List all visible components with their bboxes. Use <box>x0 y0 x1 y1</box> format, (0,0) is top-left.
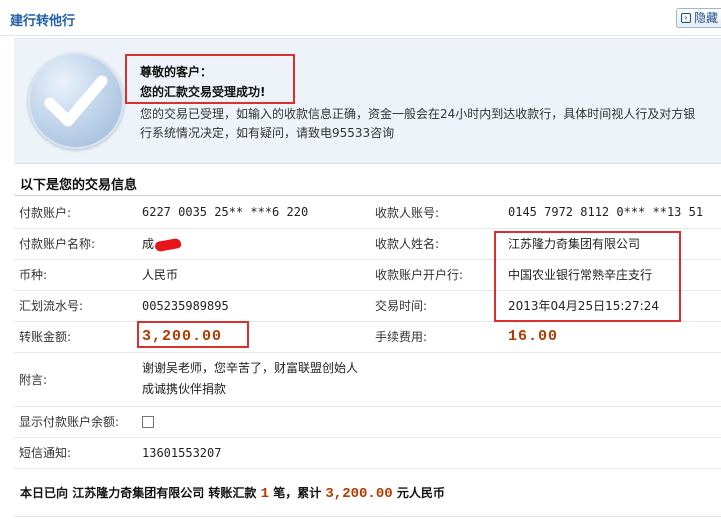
summary-payee: 江苏隆力奇集团有限公司 <box>72 486 205 500</box>
table-row: 转账金额: 3,200.00 手续费用: 16.00 <box>14 321 721 353</box>
greeting-text: 尊敬的客户： <box>140 65 213 79</box>
daily-summary: 本日已向 江苏隆力奇集团有限公司 转账汇款 1 笔，累计 3,200.00 元人… <box>20 484 445 502</box>
payee-account-label: 收款人账号: <box>370 197 508 229</box>
payer-name-value: 成 <box>142 237 155 251</box>
payer-account-label: 付款账户: <box>14 197 142 229</box>
transaction-time-label: 交易时间: <box>370 290 508 322</box>
hide-button[interactable]: › 隐藏 <box>675 8 721 28</box>
success-message: 您的汇款交易受理成功! <box>140 85 266 99</box>
success-check-icon <box>28 53 124 149</box>
fee-cell: 16.00 <box>508 321 721 353</box>
fee-value: 16.00 <box>508 328 559 345</box>
payee-account-value: 0145 7972 8112 0*** **13 51 <box>508 197 721 229</box>
table-row: 付款账户: 6227 0035 25** ***6 220 收款人账号: 014… <box>14 197 721 229</box>
hide-button-label: 隐藏 <box>693 11 718 25</box>
payer-account-value: 6227 0035 25** ***6 220 <box>142 197 370 229</box>
section-divider <box>14 195 721 196</box>
amount-label: 转账金额: <box>14 321 142 353</box>
summary-count: 1 <box>260 486 270 502</box>
amount-highlight-frame <box>137 321 249 348</box>
payee-highlight-frame <box>494 231 681 322</box>
sms-notify-label: 短信通知: <box>14 437 142 469</box>
show-balance-checkbox[interactable] <box>142 416 154 428</box>
payer-name-label: 付款账户名称: <box>14 228 142 260</box>
page-title: 建行转他行 <box>10 14 76 29</box>
payee-bank-label: 收款账户开户行: <box>370 259 508 291</box>
currency-value: 人民币 <box>142 259 370 291</box>
payee-name-label: 收款人姓名: <box>370 228 508 260</box>
sms-notify-value: 13601553207 <box>142 437 721 469</box>
show-balance-label: 显示付款账户余额: <box>14 406 142 438</box>
collapse-icon: › <box>680 13 691 23</box>
currency-label: 币种: <box>14 259 142 291</box>
serial-number-label: 汇划流水号: <box>14 290 142 322</box>
remark-label: 附言: <box>14 352 142 407</box>
success-panel: 尊敬的客户： 您的汇款交易受理成功! 您的交易已受理，如输入的收款信息正确，资金… <box>14 38 721 164</box>
serial-number-value: 005235989895 <box>142 290 370 322</box>
show-balance-cell <box>142 406 721 438</box>
summary-prefix: 本日已向 <box>20 486 69 500</box>
summary-mid: 转账汇款 <box>208 486 257 500</box>
bottom-divider <box>14 516 721 517</box>
table-row: 附言: 谢谢吴老师，您辛苦了，财富联盟创始人成诚携伙伴捐款 <box>14 352 721 407</box>
processing-notice: 您的交易已受理，如输入的收款信息正确，资金一般会在24小时内到达收款行，具体时间… <box>140 107 696 140</box>
remark-cell: 谢谢吴老师，您辛苦了，财富联盟创始人成诚携伙伴捐款 <box>142 352 721 407</box>
summary-total: 3,200.00 <box>325 486 393 502</box>
remark-value: 谢谢吴老师，您辛苦了，财富联盟创始人成诚携伙伴捐款 <box>142 361 359 396</box>
redaction-mark <box>154 237 182 252</box>
title-bar: 建行转他行 › 隐藏 <box>0 0 721 36</box>
section-title: 以下是您的交易信息 <box>20 178 138 193</box>
table-row: 显示付款账户余额: <box>14 406 721 438</box>
summary-unit: 笔，累计 <box>273 486 322 500</box>
table-row: 短信通知: 13601553207 <box>14 437 721 469</box>
fee-label: 手续费用: <box>370 321 508 353</box>
payer-name-cell: 成 <box>142 228 370 260</box>
summary-suffix: 元人民币 <box>396 486 445 500</box>
